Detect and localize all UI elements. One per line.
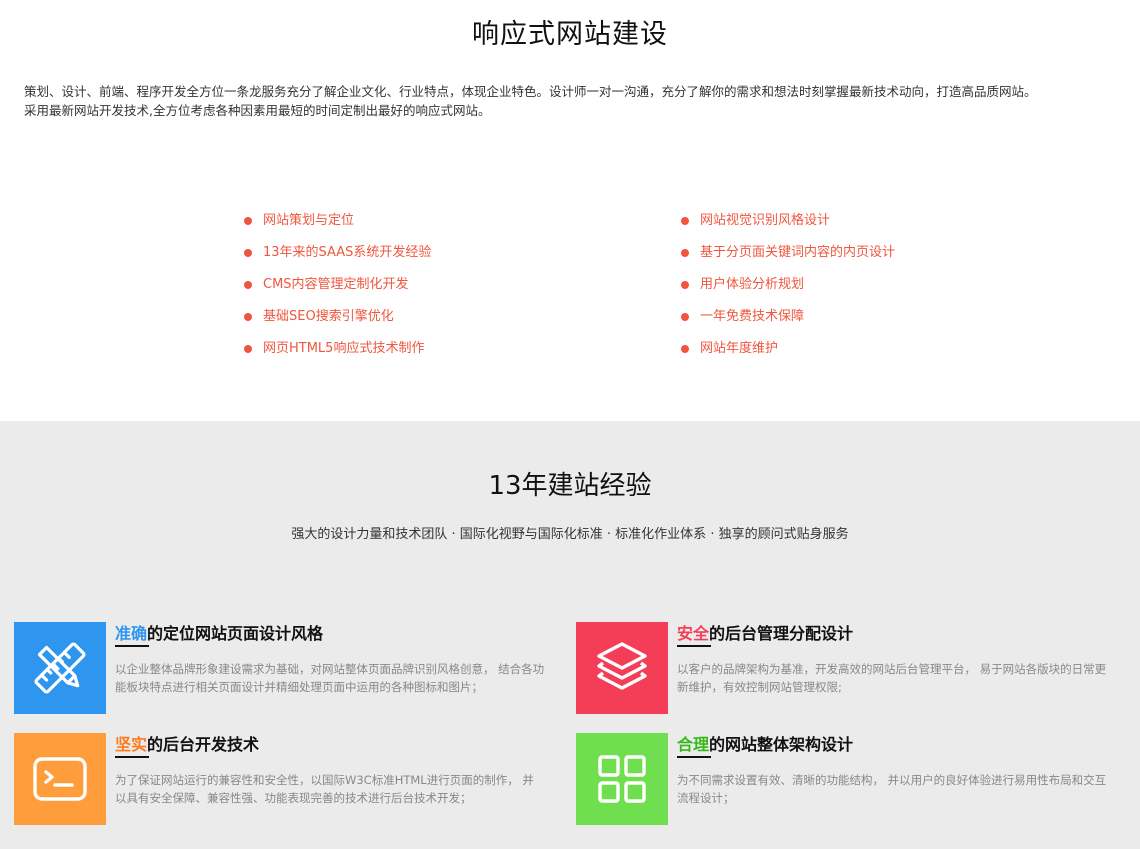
bullet-dot-icon [244, 313, 252, 321]
card-title-highlight: 坚实 [115, 735, 148, 754]
feature-label: 网页HTML5响应式技术制作 [263, 341, 425, 356]
ruler-pencil-icon [30, 638, 90, 698]
feature-label: 一年免费技术保障 [700, 309, 805, 324]
card-icon-box [14, 733, 106, 825]
bullet-dot-icon [681, 249, 689, 257]
title-underline [677, 756, 711, 758]
intro-line-2: 采用最新网站开发技术,全方位考虑各种因素用最短的时间定制出最好的响应式网站。 [24, 103, 491, 118]
bullet-dot-icon [681, 345, 689, 353]
feature-item[interactable]: 基于分页面关键词内容的内页设计 [681, 243, 895, 275]
title-underline [677, 645, 711, 647]
service-card-design[interactable]: 准确的定位网站页面设计风格 以企业整体品牌形象建设需求为基础，对网站整体页面品牌… [14, 622, 544, 714]
card-title-rest: 的后台开发技术 [147, 735, 260, 754]
bullet-dot-icon [681, 217, 689, 225]
service-card-architecture[interactable]: 合理的网站整体架构设计 为不同需求设置有效、清晰的功能结构， 并以用户的良好体验… [576, 733, 1106, 825]
card-title: 安全的后台管理分配设计 [677, 620, 853, 644]
card-title: 合理的网站整体架构设计 [677, 731, 853, 755]
service-card-tech[interactable]: 坚实的后台开发技术 为了保证网站运行的兼容性和安全性，以国际W3C标准HTML进… [14, 733, 544, 825]
card-title-highlight: 准确 [115, 624, 148, 643]
feature-label: 网站策划与定位 [263, 213, 355, 228]
feature-label: 网站年度维护 [700, 341, 779, 356]
card-title: 坚实的后台开发技术 [115, 731, 259, 755]
feature-item[interactable]: 网站策划与定位 [244, 211, 431, 243]
title-underline [115, 756, 149, 758]
grid-icon [596, 753, 648, 805]
feature-item[interactable]: 13年来的SAAS系统开发经验 [244, 243, 431, 275]
layers-icon [593, 639, 651, 697]
bullet-dot-icon [244, 249, 252, 257]
bullet-dot-icon [244, 217, 252, 225]
feature-list-right: 网站视觉识别风格设计 基于分页面关键词内容的内页设计 用户体验分析规划 一年免费… [681, 211, 895, 371]
feature-item[interactable]: 一年免费技术保障 [681, 307, 895, 339]
feature-item[interactable]: 网站年度维护 [681, 339, 895, 371]
card-title-rest: 的网站整体架构设计 [709, 735, 854, 754]
card-title-highlight: 安全 [677, 624, 710, 643]
feature-item[interactable]: 网页HTML5响应式技术制作 [244, 339, 431, 371]
service-card-security[interactable]: 安全的后台管理分配设计 以客户的品牌架构为基准，开发高效的网站后台管理平台， 易… [576, 622, 1106, 714]
card-title-rest: 的定位网站页面设计风格 [147, 624, 324, 643]
bullet-dot-icon [244, 345, 252, 353]
feature-item[interactable]: 网站视觉识别风格设计 [681, 211, 895, 243]
intro-text: 策划、设计、前端、程序开发全方位一条龙服务充分了解企业文化、行业特点，体现企业特… [24, 82, 1124, 120]
feature-label: CMS内容管理定制化开发 [263, 277, 409, 292]
intro-line-1: 策划、设计、前端、程序开发全方位一条龙服务充分了解企业文化、行业特点，体现企业特… [24, 84, 1037, 99]
feature-list-left: 网站策划与定位 13年来的SAAS系统开发经验 CMS内容管理定制化开发 基础S… [244, 211, 431, 371]
terminal-icon [32, 756, 88, 802]
feature-label: 基础SEO搜索引擎优化 [263, 309, 394, 324]
card-icon-box [14, 622, 106, 714]
page-title: 响应式网站建设 [472, 19, 668, 50]
feature-item[interactable]: CMS内容管理定制化开发 [244, 275, 431, 307]
feature-item[interactable]: 用户体验分析规划 [681, 275, 895, 307]
feature-item[interactable]: 基础SEO搜索引擎优化 [244, 307, 431, 339]
card-title: 准确的定位网站页面设计风格 [115, 620, 323, 644]
feature-label: 用户体验分析规划 [700, 277, 805, 292]
bullet-dot-icon [681, 281, 689, 289]
title-underline [115, 645, 149, 647]
card-description: 为不同需求设置有效、清晰的功能结构， 并以用户的良好体验进行易用性布局和交互流程… [677, 773, 1107, 805]
card-description: 以企业整体品牌形象建设需求为基础，对网站整体页面品牌识别风格创意， 结合各功能板… [115, 662, 545, 694]
feature-label: 网站视觉识别风格设计 [700, 213, 831, 228]
experience-section: 13年建站经验 强大的设计力量和技术团队 · 国际化视野与国际化标准 · 标准化… [0, 421, 1140, 849]
card-description: 为了保证网站运行的兼容性和安全性，以国际W3C标准HTML进行页面的制作， 并以… [115, 773, 534, 805]
card-icon-box [576, 733, 668, 825]
card-title-highlight: 合理 [677, 735, 710, 754]
bullet-dot-icon [681, 313, 689, 321]
responsive-section: 响应式网站建设 策划、设计、前端、程序开发全方位一条龙服务充分了解企业文化、行业… [0, 0, 1140, 421]
experience-title: 13年建站经验 [488, 471, 652, 501]
bullet-dot-icon [244, 281, 252, 289]
card-description: 以客户的品牌架构为基准，开发高效的网站后台管理平台， 易于网站各版块的日常更新维… [677, 662, 1107, 694]
card-title-rest: 的后台管理分配设计 [709, 624, 854, 643]
feature-label: 13年来的SAAS系统开发经验 [263, 245, 432, 260]
card-icon-box [576, 622, 668, 714]
feature-label: 基于分页面关键词内容的内页设计 [700, 245, 896, 260]
experience-subtitle: 强大的设计力量和技术团队 · 国际化视野与国际化标准 · 标准化作业体系 · 独… [291, 527, 849, 542]
